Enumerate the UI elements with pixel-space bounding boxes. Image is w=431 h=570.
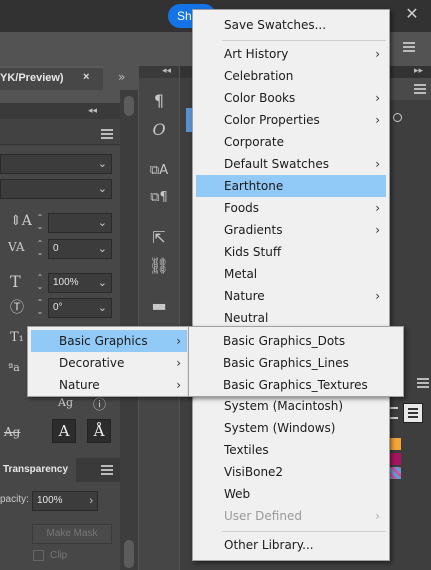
kerning-stepper[interactable]: ⌃ ⌄ bbox=[34, 239, 46, 259]
menu-item-color-books[interactable]: Color Books › bbox=[196, 87, 386, 109]
swatch-orange[interactable] bbox=[389, 438, 401, 450]
clip-checkbox[interactable] bbox=[33, 550, 44, 561]
dock-expand-icon[interactable]: ◂◂ bbox=[162, 66, 171, 76]
menu-item-symbol-nature[interactable]: Nature › bbox=[31, 374, 187, 396]
panel-collapse-icon[interactable]: ◂◂ bbox=[88, 106, 97, 116]
swatches-menu-icon[interactable] bbox=[414, 84, 426, 94]
glyph-icon[interactable]: Ag bbox=[58, 396, 73, 409]
rotation-icon: Ⓣ bbox=[10, 300, 24, 316]
menu-item-basic-graphics[interactable]: Basic Graphics › bbox=[31, 330, 187, 352]
transparency-menu-icon[interactable] bbox=[101, 465, 113, 475]
menu-item-foods[interactable]: Foods › bbox=[196, 197, 386, 219]
menu-item-user-defined: User Defined › bbox=[196, 505, 386, 527]
menu-item-save-swatches[interactable]: Save Swatches... bbox=[196, 14, 386, 36]
document-tab[interactable]: YK/Preview) × bbox=[0, 66, 103, 90]
paragraph-styles-icon[interactable]: ⧉¶ bbox=[148, 187, 170, 209]
menu-separator bbox=[222, 40, 386, 41]
scroll-thumb-bottom[interactable] bbox=[124, 540, 134, 568]
submenu-arrow-icon: › bbox=[375, 509, 380, 523]
right-dock-collapse-icon[interactable]: ▸▸ bbox=[414, 66, 423, 76]
comments-icon[interactable]: ▬ bbox=[148, 295, 170, 317]
menu-item-system-windows[interactable]: System (Windows) bbox=[196, 417, 386, 439]
library-menu-icon[interactable] bbox=[417, 378, 429, 388]
submenu-arrow-icon: › bbox=[375, 157, 380, 171]
toolbar-menu-icon[interactable] bbox=[403, 42, 415, 52]
menu-item-nature[interactable]: Nature › bbox=[196, 285, 386, 307]
leading-icon: ⇕A bbox=[10, 213, 32, 229]
menu-item-visibone2[interactable]: VisiBone2 bbox=[196, 461, 386, 483]
swatch-radio[interactable] bbox=[393, 113, 402, 122]
submenu-arrow-icon: › bbox=[375, 91, 380, 105]
submenu-arrow-icon: › bbox=[176, 378, 181, 392]
opacity-field[interactable]: 100% › bbox=[32, 491, 98, 511]
menu-item-basic-graphics-lines[interactable]: Basic Graphics_Lines bbox=[192, 352, 400, 374]
menu-separator bbox=[222, 531, 386, 532]
submenu-arrow-icon: › bbox=[176, 334, 181, 348]
swatch-magenta[interactable] bbox=[389, 453, 401, 465]
character-panel-header bbox=[0, 103, 120, 119]
menu-item-textiles[interactable]: Textiles bbox=[196, 439, 386, 461]
subscript-icon[interactable]: ªa bbox=[8, 361, 20, 374]
submenu-arrow-icon: › bbox=[176, 356, 181, 370]
submenu-arrow-icon: › bbox=[375, 223, 380, 237]
swatch-pattern[interactable] bbox=[389, 467, 401, 479]
menu-item-web[interactable]: Web bbox=[196, 483, 386, 505]
menu-item-celebration[interactable]: Celebration bbox=[196, 65, 386, 87]
submenu-arrow-icon: › bbox=[375, 201, 380, 215]
horizontal-scale-icon: T bbox=[10, 272, 21, 291]
menu-item-earthtone[interactable]: Earthtone bbox=[196, 175, 386, 197]
character-styles-icon[interactable]: ⧉A bbox=[148, 160, 170, 182]
paragraph-icon[interactable]: ¶ bbox=[148, 90, 170, 112]
window-close-icon[interactable]: ✕ bbox=[403, 5, 421, 23]
grid-view-button[interactable] bbox=[403, 403, 423, 423]
text-style-a-button[interactable]: A bbox=[52, 419, 76, 443]
dock-header bbox=[139, 66, 179, 78]
submenu-arrow-icon: › bbox=[375, 47, 380, 61]
kerning-field[interactable]: 0 ⌄ bbox=[48, 239, 112, 259]
document-tab-label: YK/Preview) bbox=[0, 72, 64, 84]
scale-stepper[interactable]: ⌃ ⌄ bbox=[34, 273, 46, 293]
collapsed-panel-dock bbox=[139, 66, 179, 570]
basic-graphics-submenu: Basic Graphics_Dots Basic Graphics_Lines… bbox=[188, 326, 404, 397]
font-family-dropdown[interactable]: ⌄ bbox=[0, 154, 112, 174]
make-mask-button[interactable]: Make Mask bbox=[32, 524, 112, 544]
export-icon[interactable]: ⇱ bbox=[148, 227, 170, 249]
strikethrough-icon[interactable]: Ag bbox=[4, 425, 20, 439]
text-case-icon[interactable]: T₁ bbox=[10, 330, 24, 345]
opentype-icon[interactable]: O bbox=[148, 119, 170, 141]
menu-item-decorative[interactable]: Decorative › bbox=[31, 352, 187, 374]
menu-item-metal[interactable]: Metal bbox=[196, 263, 386, 285]
rotation-field[interactable]: 0° ⌄ bbox=[48, 298, 112, 318]
scroll-thumb-top[interactable] bbox=[124, 96, 134, 116]
clip-label: Clip bbox=[50, 550, 68, 561]
menu-item-basic-graphics-textures[interactable]: Basic Graphics_Textures bbox=[192, 374, 400, 396]
rotation-stepper[interactable]: ⌃ ⌄ bbox=[34, 298, 46, 318]
links-icon[interactable]: ⛓ bbox=[148, 255, 170, 277]
menu-item-kids-stuff[interactable]: Kids Stuff bbox=[196, 241, 386, 263]
opacity-label: pacity: bbox=[0, 494, 29, 505]
panel-menu-icon[interactable] bbox=[101, 129, 113, 139]
transparency-tab[interactable]: Transparency bbox=[0, 458, 76, 482]
menu-item-gradients[interactable]: Gradients › bbox=[196, 219, 386, 241]
menu-item-system-macintosh[interactable]: System (Macintosh) bbox=[196, 395, 386, 417]
menu-item-color-properties[interactable]: Color Properties › bbox=[196, 109, 386, 131]
horizontal-scale-field[interactable]: 100% ⌄ bbox=[48, 273, 112, 293]
menu-item-corporate[interactable]: Corporate bbox=[196, 131, 386, 153]
collapse-panels-icon[interactable]: » bbox=[118, 70, 125, 84]
kerning-icon: VA bbox=[8, 240, 25, 254]
document-tab-close-icon[interactable]: × bbox=[83, 71, 89, 83]
leading-stepper[interactable]: ⌃ ⌄ bbox=[34, 213, 46, 233]
menu-item-basic-graphics-dots[interactable]: Basic Graphics_Dots bbox=[192, 330, 400, 352]
submenu-arrow-icon: › bbox=[375, 289, 380, 303]
submenu-arrow-icon: › bbox=[375, 113, 380, 127]
menu-item-default-swatches[interactable]: Default Swatches › bbox=[196, 153, 386, 175]
font-style-dropdown[interactable]: ⌄ bbox=[0, 179, 112, 199]
swatch-libraries-menu: Save Swatches... Art History › Celebratio… bbox=[192, 9, 390, 561]
text-style-b-button[interactable]: Å bbox=[87, 419, 111, 443]
menu-item-other-library[interactable]: Other Library... bbox=[196, 534, 386, 556]
menu-item-art-history[interactable]: Art History › bbox=[196, 43, 386, 65]
symbol-libraries-menu: Basic Graphics › Decorative › Nature › bbox=[27, 326, 191, 397]
leading-field[interactable]: ⌄ bbox=[48, 213, 112, 233]
